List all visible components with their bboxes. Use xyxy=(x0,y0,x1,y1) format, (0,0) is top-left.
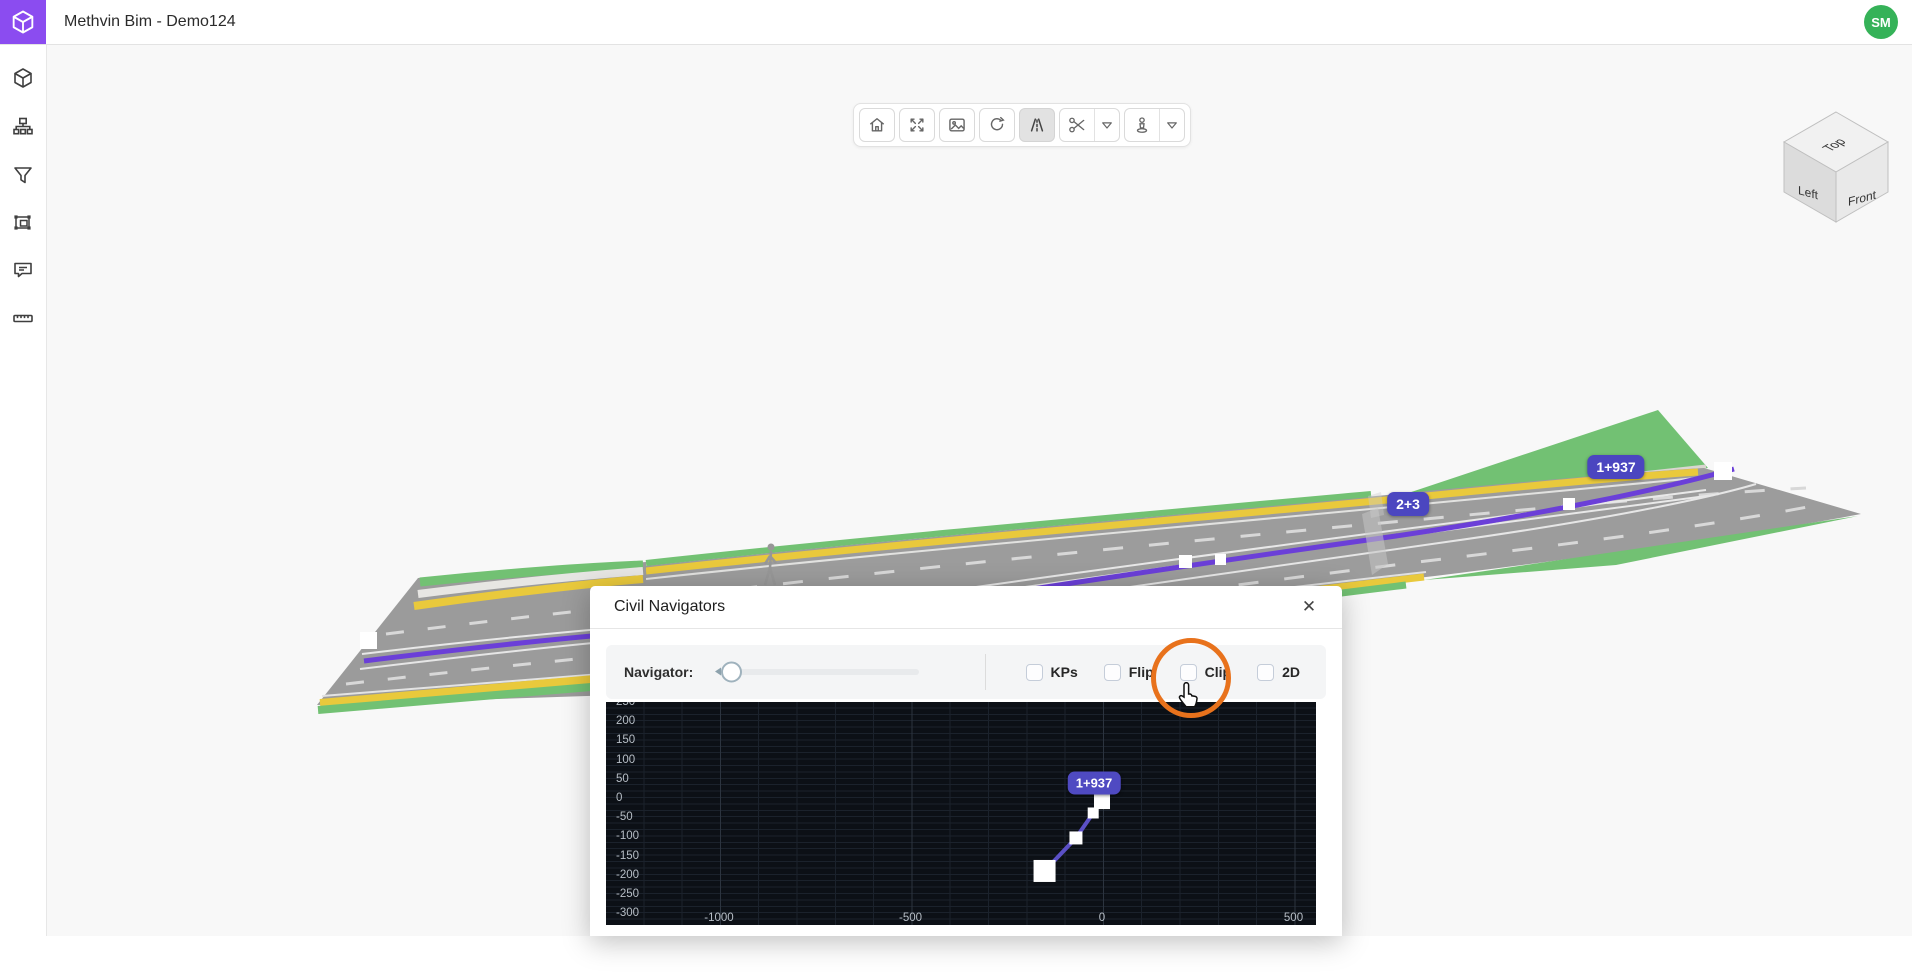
chart-point-marker xyxy=(1094,793,1110,809)
terrain-patch xyxy=(1424,516,1858,580)
chainage-marker xyxy=(1563,498,1575,510)
walk-tool-group xyxy=(1124,108,1185,142)
orbit-button[interactable] xyxy=(979,108,1015,142)
kp-badge: 1+937 xyxy=(1587,455,1644,479)
chainage-marker xyxy=(360,632,377,649)
ghost-structure xyxy=(1362,508,1388,575)
checkbox-2d[interactable]: 2D xyxy=(1257,664,1300,681)
checkbox-flip[interactable]: Flip xyxy=(1104,664,1154,681)
comment-icon[interactable] xyxy=(11,258,35,282)
selection-box-icon[interactable] xyxy=(11,211,35,235)
model-cube-icon[interactable] xyxy=(11,66,35,90)
navigator-slider[interactable] xyxy=(719,669,919,675)
fit-view-button[interactable] xyxy=(899,108,935,142)
clip-checkbox[interactable] xyxy=(1180,664,1197,681)
filter-icon[interactable] xyxy=(11,163,35,187)
app-logo[interactable] xyxy=(0,0,46,44)
person-figure xyxy=(765,544,776,586)
kp-badge: 2+3 xyxy=(1387,492,1429,516)
scissors-button[interactable] xyxy=(1060,109,1094,141)
app-root: 2+3 1+937 xyxy=(0,0,1912,936)
left-sidebar xyxy=(0,44,47,936)
app-header: Methvin Bim - Demo124 SM xyxy=(0,0,1912,45)
kps-checkbox[interactable] xyxy=(1026,664,1043,681)
chainage-marker xyxy=(1179,555,1192,568)
ruler-icon[interactable] xyxy=(11,306,35,330)
view-cube[interactable]: Top Left Front xyxy=(1778,106,1894,229)
terrain-patch xyxy=(1372,410,1708,505)
page-title: Methvin Bim - Demo124 xyxy=(64,0,236,44)
option-checkbox-group: KPs Flip Clip 2D xyxy=(1026,664,1300,681)
profile-chart[interactable]: 1+937 250200150100500-50-100-150-200-250… xyxy=(606,702,1316,925)
chart-point-marker xyxy=(1069,831,1082,844)
walk-person-button[interactable] xyxy=(1125,109,1159,141)
profile-chart-plot xyxy=(606,702,1316,925)
viewer-toolbar xyxy=(853,103,1191,147)
navigator-label: Navigator: xyxy=(624,664,693,680)
close-icon[interactable]: ✕ xyxy=(1296,594,1322,620)
road-view-button[interactable] xyxy=(1019,108,1055,142)
checkbox-kps[interactable]: KPs xyxy=(1026,664,1078,681)
2d-checkbox[interactable] xyxy=(1257,664,1274,681)
hierarchy-icon[interactable] xyxy=(11,115,35,139)
chainage-marker xyxy=(1714,462,1732,480)
navigator-controls-row: Navigator: KPs Flip Clip xyxy=(606,645,1326,699)
checkbox-clip[interactable]: Clip xyxy=(1180,664,1231,681)
cube-logo-icon xyxy=(9,8,37,36)
civil-navigators-panel: Civil Navigators ✕ Navigator: KPs Flip xyxy=(590,586,1342,936)
chart-point-badge: 1+937 xyxy=(1068,772,1121,795)
caret-down-icon[interactable] xyxy=(1159,109,1184,141)
navigator-slider-handle[interactable] xyxy=(721,662,742,683)
caret-down-icon[interactable] xyxy=(1094,109,1119,141)
panel-header[interactable]: Civil Navigators ✕ xyxy=(590,586,1342,629)
screenshot-button[interactable] xyxy=(939,108,975,142)
clip-tool-group xyxy=(1059,108,1120,142)
panel-title: Civil Navigators xyxy=(614,586,725,628)
flip-checkbox[interactable] xyxy=(1104,664,1121,681)
chart-point-marker xyxy=(1088,807,1099,818)
user-avatar[interactable]: SM xyxy=(1864,5,1898,39)
home-button[interactable] xyxy=(859,108,895,142)
divider xyxy=(985,654,986,690)
chainage-marker xyxy=(1215,554,1226,565)
chart-point-marker xyxy=(1034,860,1056,882)
